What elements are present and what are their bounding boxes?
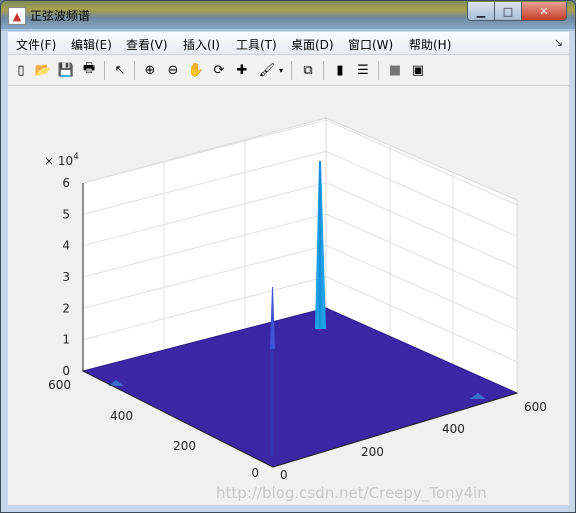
data-cursor-icon[interactable]: ✚ [233, 61, 251, 79]
z-tick-labels: 0 1 2 3 4 5 6 [62, 176, 70, 378]
toolbar-separator [323, 61, 324, 80]
pointer-icon[interactable]: ↖ [111, 61, 129, 79]
figure-window: ▲ 正弦波频谱 ▁ □ ✕ 文件(F) 编辑(E) 查看(V) 插入(I) 工具… [0, 0, 576, 513]
y-tick-label: 200 [173, 439, 196, 453]
open-file-icon[interactable]: 📂 [34, 61, 52, 79]
title-bar[interactable]: ▲ 正弦波频谱 ▁ □ ✕ [1, 1, 575, 29]
menu-bar: 文件(F) 编辑(E) 查看(V) 插入(I) 工具(T) 桌面(D) 窗口(W… [8, 32, 569, 55]
new-figure-icon[interactable]: ▯ [12, 61, 30, 79]
z-tick-label: 0 [62, 364, 70, 378]
menu-insert[interactable]: 插入(I) [183, 36, 220, 53]
window-title: 正弦波频谱 [30, 9, 91, 23]
figure-toolbar: ▯ 📂 💾 🖶 ↖ ⊕ ⊖ ✋ ⟳ ✚ 🖌 ▾ ⧉ ▮ ☰ ■ ▣ [8, 55, 569, 86]
pan-icon[interactable]: ✋ [187, 61, 205, 79]
show-plot-tools-icon[interactable]: ▣ [409, 61, 427, 79]
colorbar-icon[interactable]: ▮ [331, 61, 349, 79]
z-tick-label: 4 [62, 239, 70, 253]
maximize-button[interactable]: □ [494, 2, 522, 21]
legend-icon[interactable]: ☰ [354, 61, 372, 79]
z-tick-label: 3 [62, 270, 70, 284]
surface-plot[interactable]: 0 1 2 3 4 5 6 × 104 600 400 200 0 0 200 400 60… [8, 86, 569, 505]
brush-dropdown-icon[interactable]: ▾ [276, 61, 286, 79]
print-icon[interactable]: 🖶 [80, 61, 98, 79]
matlab-app-icon: ▲ [8, 7, 26, 25]
zoom-in-icon[interactable]: ⊕ [141, 61, 159, 79]
rotate-3d-icon[interactable]: ⟳ [210, 61, 228, 79]
z-tick-label: 6 [62, 176, 70, 190]
z-tick-label: 5 [62, 207, 70, 221]
figure-canvas[interactable]: 0 1 2 3 4 5 6 × 104 600 400 200 0 0 200 400 60… [8, 86, 569, 505]
brush-icon[interactable]: 🖌 [258, 61, 276, 79]
y-tick-label: 600 [48, 378, 71, 392]
menu-tools[interactable]: 工具(T) [236, 36, 277, 53]
x-tick-label: 0 [280, 468, 288, 482]
y-tick-label: 0 [251, 466, 259, 480]
menu-help[interactable]: 帮助(H) [409, 36, 451, 53]
z-exponent-label: × 104 [44, 152, 79, 168]
close-button[interactable]: ✕ [521, 2, 567, 21]
toolbar-separator [291, 61, 292, 80]
menu-desktop[interactable]: 桌面(D) [291, 36, 334, 53]
dock-arrow-icon[interactable]: ↘ [554, 36, 563, 49]
hide-plot-tools-icon[interactable]: ■ [386, 61, 404, 79]
save-icon[interactable]: 💾 [57, 61, 75, 79]
menu-view[interactable]: 查看(V) [126, 36, 168, 53]
menu-file[interactable]: 文件(F) [16, 36, 56, 53]
minimize-button[interactable]: ▁ [467, 2, 495, 21]
x-tick-label: 400 [442, 422, 465, 436]
zoom-out-icon[interactable]: ⊖ [164, 61, 182, 79]
menu-edit[interactable]: 编辑(E) [71, 36, 112, 53]
toolbar-separator [104, 61, 105, 80]
z-tick-label: 1 [62, 333, 70, 347]
x-tick-label: 200 [361, 445, 384, 459]
toolbar-separator [134, 61, 135, 80]
menu-window[interactable]: 窗口(W) [348, 36, 393, 53]
y-tick-label: 400 [110, 409, 133, 423]
x-tick-label: 600 [524, 400, 547, 414]
toolbar-separator [378, 61, 379, 80]
z-tick-label: 2 [62, 301, 70, 315]
link-plot-icon[interactable]: ⧉ [299, 61, 317, 79]
watermark-text: http://blog.csdn.net/Creepy_Tony4in [216, 484, 487, 503]
